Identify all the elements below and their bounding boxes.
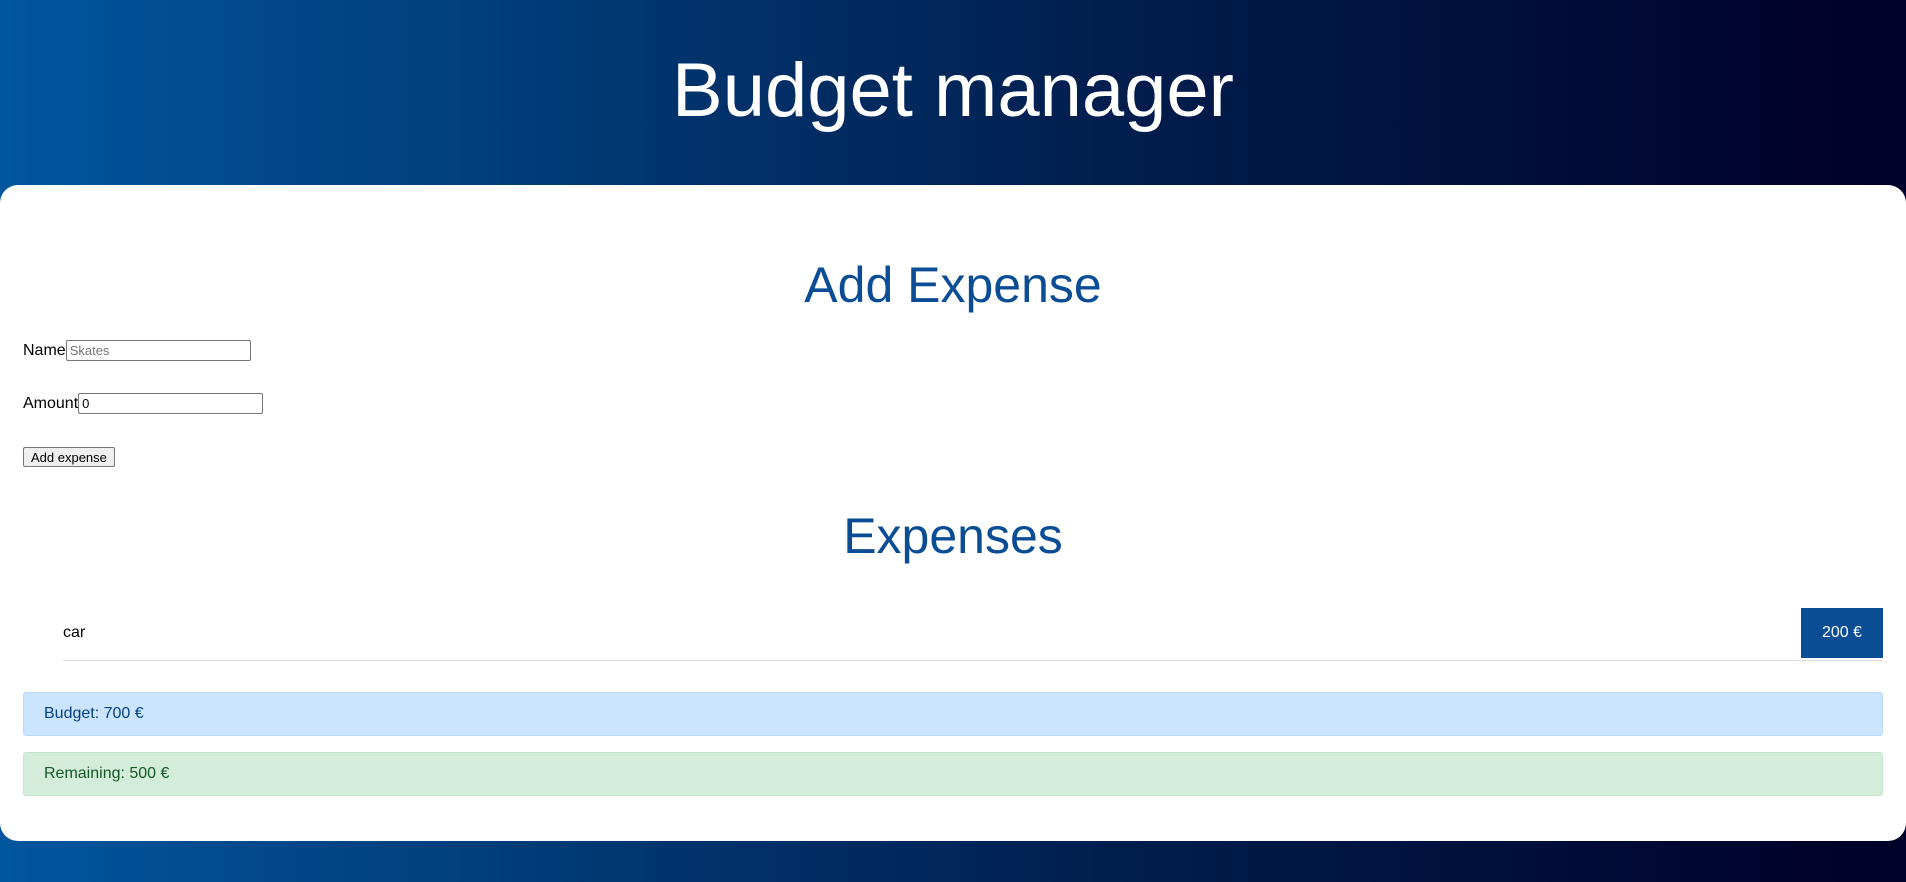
amount-label: Amount [23, 394, 79, 412]
app-title: Budget manager [672, 47, 1234, 133]
amount-field-row: Amount [23, 393, 264, 414]
list-item: car 200 € [63, 608, 1883, 661]
expense-amount-badge: 200 € [1801, 608, 1883, 658]
add-expense-button[interactable]: Add expense [23, 447, 115, 467]
expense-name: car [63, 624, 86, 641]
app-header: Budget manager [0, 0, 1906, 185]
remaining-alert: Remaining: 500 € [23, 752, 1883, 796]
budget-alert: Budget: 700 € [23, 692, 1883, 736]
expense-list: car 200 € [63, 608, 1883, 661]
add-expense-title: Add Expense [804, 257, 1102, 313]
name-label: Name [23, 341, 66, 359]
expenses-title: Expenses [843, 508, 1063, 564]
amount-input[interactable] [78, 393, 264, 414]
name-field-row: Name [23, 340, 251, 361]
name-input[interactable] [65, 340, 251, 361]
main-panel: Add Expense Name Amount Add expense Expe… [0, 185, 1906, 841]
